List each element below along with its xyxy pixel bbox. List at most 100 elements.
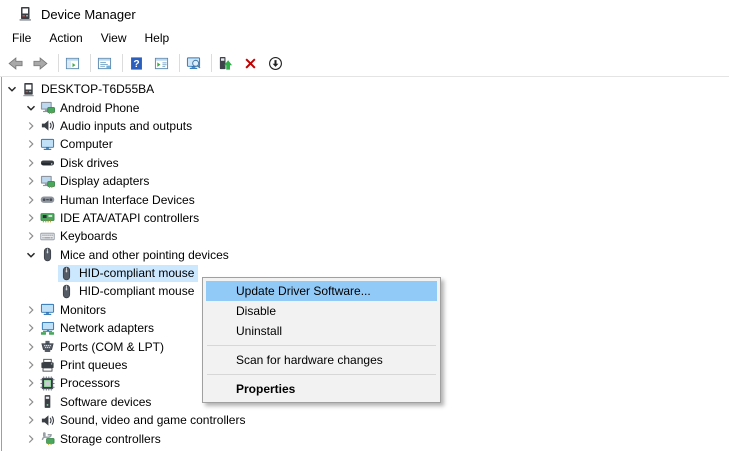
menu-separator — [207, 345, 436, 346]
toolbar-separator — [90, 54, 91, 72]
help-button[interactable]: ? — [126, 52, 151, 74]
computer-pc-icon — [21, 82, 36, 97]
chevron-right-icon[interactable] — [22, 357, 39, 373]
tree-item-label: Android Phone — [60, 100, 140, 115]
chevron-down-icon[interactable] — [22, 100, 39, 116]
tree-item-mice-and-other-pointing-devices[interactable]: Mice and other pointing devices — [0, 246, 729, 264]
show-console-tree-button[interactable] — [62, 52, 87, 74]
menu-separator — [207, 374, 436, 375]
chevron-right-icon[interactable] — [22, 210, 39, 226]
chevron-down-icon[interactable] — [22, 247, 39, 263]
monitor-icon — [40, 137, 55, 152]
context-menu-item-update-driver-software[interactable]: Update Driver Software... — [206, 281, 437, 301]
tree-item-computer[interactable]: Computer — [0, 135, 729, 153]
row-content: Mice and other pointing devices — [39, 246, 233, 263]
row-content: Audio inputs and outputs — [39, 117, 196, 134]
menu-bar: File Action View Help — [0, 28, 178, 48]
tree-item-label: Mice and other pointing devices — [60, 247, 229, 262]
help-icon: ? — [129, 56, 144, 71]
chevron-right-icon[interactable] — [22, 394, 39, 410]
chevron-down-icon[interactable] — [3, 81, 20, 97]
speaker-icon — [40, 413, 55, 428]
tree-item-keyboards[interactable]: Keyboards — [0, 227, 729, 245]
processor-icon — [40, 376, 55, 391]
chevron-right-icon[interactable] — [22, 431, 39, 447]
mouse-icon — [40, 247, 55, 262]
selected-row-content: HID-compliant mouse — [58, 264, 199, 282]
network-adapter-icon — [40, 321, 55, 336]
update-driver-button[interactable] — [215, 52, 240, 74]
svg-text:?: ? — [133, 59, 139, 70]
tree-item-label: Display adapters — [60, 174, 150, 189]
menu-action[interactable]: Action — [40, 29, 91, 47]
tree-item-storage-controllers[interactable]: Storage controllers — [0, 429, 729, 447]
row-content: HID-compliant mouse — [58, 283, 198, 300]
properties-window-icon — [97, 56, 112, 71]
toolbar-separator — [179, 54, 180, 72]
tree-item-label: Keyboards — [60, 229, 118, 244]
row-content: Disk drives — [39, 154, 123, 171]
chevron-right-icon[interactable] — [22, 118, 39, 134]
row-content: Ports (COM & LPT) — [39, 338, 168, 355]
tree-panel-left-border — [1, 77, 2, 451]
context-menu-item-scan-hardware-changes[interactable]: Scan for hardware changes — [206, 350, 437, 370]
uninstall-button[interactable] — [240, 52, 265, 74]
row-content: Monitors — [39, 301, 110, 318]
tree-item-android-phone[interactable]: Android Phone — [0, 98, 729, 116]
row-content: Print queues — [39, 357, 131, 374]
chevron-right-icon[interactable] — [22, 302, 39, 318]
context-menu-item-disable-device[interactable]: Disable — [206, 301, 437, 321]
scan-for-hardware-changes-button[interactable] — [183, 52, 208, 74]
show-action-pane-button[interactable] — [151, 52, 176, 74]
tree-item-label: Monitors — [60, 302, 107, 317]
toolbar-separator — [122, 54, 123, 72]
context-menu-item-uninstall-device[interactable]: Uninstall — [206, 321, 437, 341]
row-content: Sound, video and game controllers — [39, 412, 249, 429]
menu-view[interactable]: View — [92, 29, 136, 47]
mouse-icon — [59, 266, 74, 281]
chevron-right-icon[interactable] — [22, 228, 39, 244]
tree-item-label: DESKTOP-T6D55BA — [41, 82, 155, 97]
toolbar-separator — [58, 54, 59, 72]
tree-item-desktop-t6d55ba[interactable]: DESKTOP-T6D55BA — [0, 80, 729, 98]
disk-drive-icon — [40, 155, 55, 170]
tree-item-label: Audio inputs and outputs — [60, 118, 193, 133]
disable-button[interactable] — [265, 52, 290, 74]
tree-item-display-adapters[interactable]: Display adapters — [0, 172, 729, 190]
display-adapter-icon — [40, 174, 55, 189]
tree-item-label: IDE ATA/ATAPI controllers — [60, 210, 200, 225]
chevron-right-icon[interactable] — [22, 320, 39, 336]
printer-icon — [40, 358, 55, 373]
tree-item-label: Software devices — [60, 394, 152, 409]
show-properties-button[interactable] — [94, 52, 119, 74]
tree-item-sound-video-and-game-controllers[interactable]: Sound, video and game controllers — [0, 411, 729, 429]
tree-item-label: HID-compliant mouse — [79, 266, 195, 281]
uninstall-icon — [243, 56, 258, 71]
tree-item-audio-inputs-and-outputs[interactable]: Audio inputs and outputs — [0, 117, 729, 135]
tree-item-ide-ata-atapi-controllers[interactable]: IDE ATA/ATAPI controllers — [0, 209, 729, 227]
menu-help[interactable]: Help — [136, 29, 179, 47]
forward-button[interactable] — [30, 52, 55, 74]
chevron-right-icon[interactable] — [22, 412, 39, 428]
window-title: Device Manager — [41, 6, 136, 22]
chevron-right-icon[interactable] — [22, 375, 39, 391]
back-button[interactable] — [5, 52, 30, 74]
context-menu-item-properties[interactable]: Properties — [206, 379, 437, 399]
tree-item-label: Disk drives — [60, 155, 119, 170]
chevron-right-icon[interactable] — [22, 192, 39, 208]
chevron-right-icon[interactable] — [22, 155, 39, 171]
menu-file[interactable]: File — [3, 29, 40, 47]
controller-card-icon — [40, 210, 55, 225]
tree-item-label: Print queues — [60, 358, 128, 373]
mouse-icon — [59, 284, 74, 299]
row-content: DESKTOP-T6D55BA — [20, 81, 158, 98]
row-content: Processors — [39, 375, 124, 392]
chevron-right-icon[interactable] — [22, 173, 39, 189]
chevron-right-icon[interactable] — [22, 136, 39, 152]
tree-item-human-interface-devices[interactable]: Human Interface Devices — [0, 190, 729, 208]
chevron-right-icon[interactable] — [22, 339, 39, 355]
serial-port-icon — [40, 339, 55, 354]
disable-icon — [268, 56, 283, 71]
tree-item-disk-drives[interactable]: Disk drives — [0, 154, 729, 172]
